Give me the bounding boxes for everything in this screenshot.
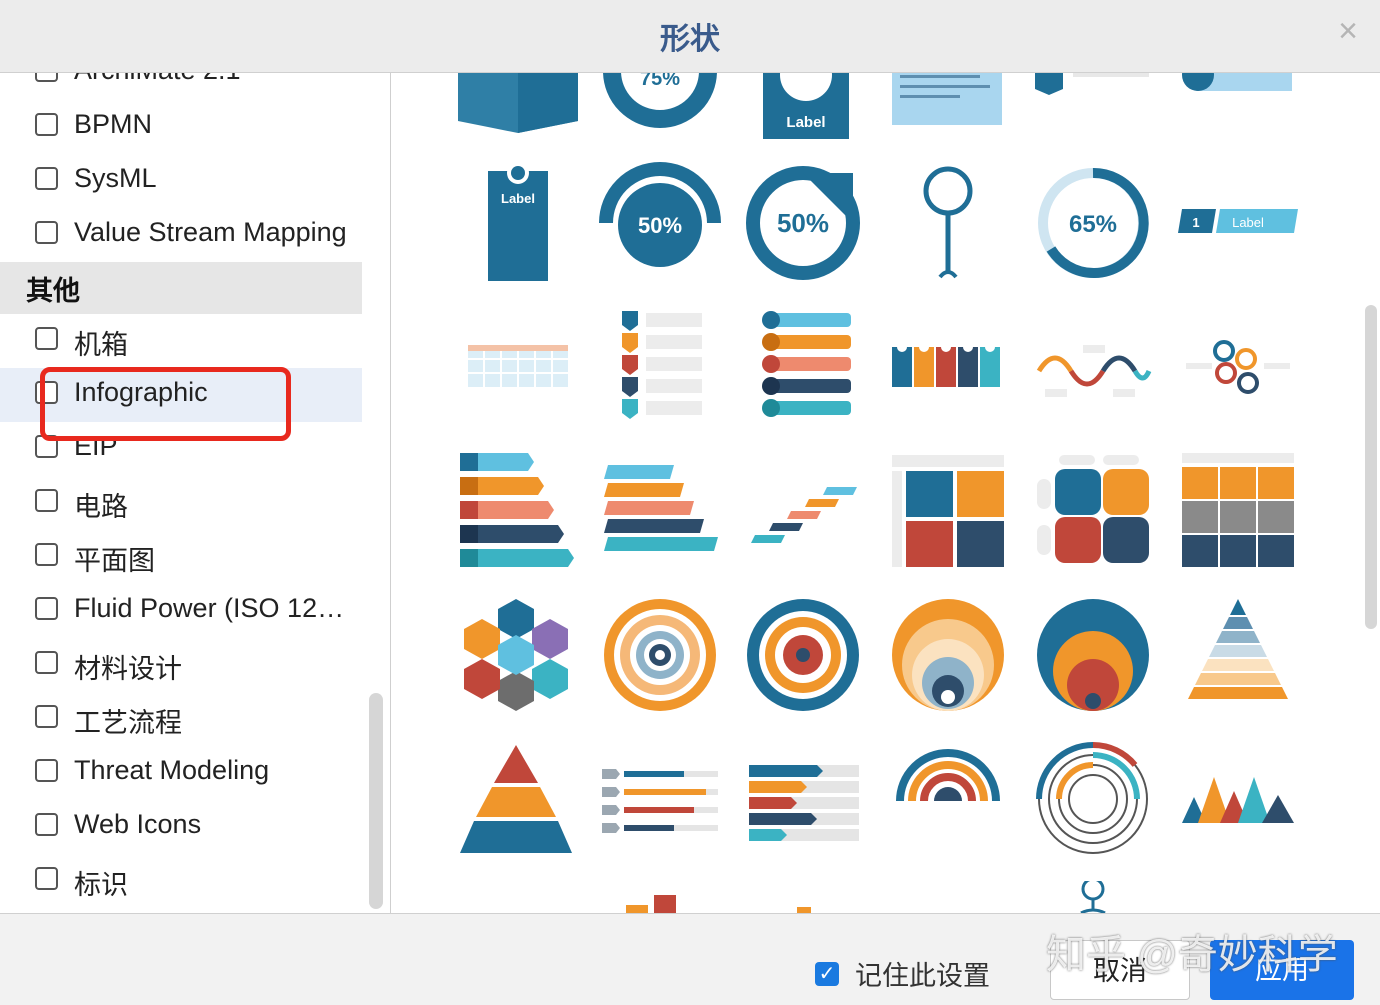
library-item-process[interactable]: 工艺流程	[0, 692, 362, 746]
chevron-list-shape-icon[interactable]	[598, 305, 722, 429]
library-checkbox[interactable]	[35, 705, 58, 728]
step-bars-shape-icon[interactable]	[454, 449, 578, 573]
slanted-steps-shape-icon[interactable]	[598, 449, 722, 573]
pyramid-layers-shape-icon[interactable]	[1176, 593, 1300, 717]
library-item-floorplan[interactable]: 平面图	[0, 530, 362, 584]
arc-gauge-shape-icon[interactable]	[886, 737, 1010, 861]
mountain-peaks-shape-icon[interactable]	[1176, 737, 1300, 861]
library-checkbox[interactable]	[35, 597, 58, 620]
progress-bars-shape-icon[interactable]	[598, 737, 722, 861]
library-item-signs[interactable]: 标识	[0, 854, 362, 908]
library-label: 平面图	[74, 546, 155, 576]
clock-pin-shape-icon[interactable]	[1031, 881, 1155, 913]
library-checkbox[interactable]	[35, 651, 58, 674]
close-icon[interactable]: ×	[1338, 12, 1358, 51]
numbered-banner-shape-icon[interactable]: 1 Label	[1176, 161, 1300, 285]
percent-text: 50%	[777, 208, 829, 238]
arc-50-shape-icon[interactable]: 50%	[598, 161, 722, 285]
percent-text: 75%	[640, 73, 680, 90]
pin-shape-icon[interactable]	[886, 161, 1010, 285]
target-shape-icon[interactable]	[741, 593, 865, 717]
quad-matrix-shape-icon[interactable]	[886, 449, 1010, 573]
label-text: Label	[786, 114, 825, 131]
nested-arches-shape-icon[interactable]	[886, 593, 1010, 717]
library-label: Value Stream Mapping	[74, 217, 347, 247]
shape-library-list[interactable]: ArchiMate 2.1 BPMN SysML Value Stream Ma…	[0, 73, 391, 913]
section-header-other: 其他	[0, 262, 362, 314]
library-item-circuit[interactable]: 电路	[0, 476, 362, 530]
labeled-bars-shape-icon[interactable]	[741, 737, 865, 861]
ring-50-shape-icon[interactable]: 50%	[741, 161, 865, 285]
hanging-tag-shape-icon[interactable]: Label	[454, 161, 578, 285]
partial-shape-icon[interactable]	[741, 881, 865, 913]
library-checkbox[interactable]	[35, 813, 58, 836]
library-item-material-design[interactable]: 材料设计	[0, 638, 362, 692]
remember-settings-option[interactable]: ✓ 记住此设置	[815, 954, 990, 993]
wave-timeline-shape-icon[interactable]	[1031, 305, 1155, 429]
nested-circles-shape-icon[interactable]	[1031, 593, 1155, 717]
rounded-matrix-shape-icon[interactable]	[1031, 449, 1155, 573]
library-checkbox[interactable]	[35, 73, 58, 82]
percent-text: 50%	[638, 213, 682, 238]
label-text: Label	[501, 191, 535, 206]
library-label: SysML	[74, 163, 157, 193]
label-text: Label	[1232, 215, 1264, 230]
pyramid-three-tier-shape-icon[interactable]	[454, 737, 578, 861]
sidebar-scrollbar[interactable]	[369, 693, 383, 909]
shape-preview-gallery[interactable]: 75% Label Label 50% 50% 65% 1 Label	[391, 73, 1380, 913]
stacked-labels-shape-icon[interactable]	[598, 881, 722, 913]
library-checkbox[interactable]	[35, 759, 58, 782]
library-checkbox[interactable]	[35, 489, 58, 512]
library-label: Fluid Power (ISO 12…	[74, 593, 345, 623]
library-label: 电路	[74, 492, 128, 522]
highlight-box	[40, 367, 291, 441]
hexagon-cluster-shape-icon[interactable]	[454, 593, 578, 717]
remember-label: 记住此设置	[855, 961, 990, 991]
library-label: Web Icons	[74, 809, 202, 839]
apply-button[interactable]: 应用	[1210, 940, 1354, 1000]
spiral-cluster-shape-icon[interactable]	[1176, 305, 1300, 429]
staircase-shape-icon[interactable]	[741, 449, 865, 573]
columns-shape-icon[interactable]	[886, 305, 1010, 429]
dialog-titlebar: 形状 ×	[0, 0, 1380, 73]
library-item-threat-modeling[interactable]: Threat Modeling	[0, 746, 362, 800]
library-checkbox[interactable]	[35, 221, 58, 244]
concentric-orange-shape-icon[interactable]	[598, 593, 722, 717]
library-label: 工艺流程	[74, 708, 182, 738]
remember-checkbox[interactable]: ✓	[815, 961, 839, 986]
library-label: BPMN	[74, 109, 153, 139]
library-checkbox[interactable]	[35, 867, 58, 890]
nine-grid-shape-icon[interactable]	[1176, 449, 1300, 573]
dialog-footer: ✓ 记住此设置 取消 应用	[0, 913, 1380, 1005]
library-label: Threat Modeling	[74, 755, 270, 785]
library-item-web-icons[interactable]: Web Icons	[0, 800, 362, 854]
number-text: 1	[1192, 215, 1199, 230]
gallery-scrollbar[interactable]	[1365, 305, 1377, 629]
library-checkbox[interactable]	[35, 543, 58, 566]
cancel-button[interactable]: 取消	[1050, 940, 1190, 1000]
ring-65-shape-icon[interactable]: 65%	[1031, 161, 1155, 285]
dialog-title: 形状	[660, 23, 720, 56]
table-grid-shape-icon[interactable]	[454, 305, 578, 429]
library-checkbox[interactable]	[35, 327, 58, 350]
numbered-list-shape-icon[interactable]	[741, 305, 865, 429]
library-checkbox[interactable]	[35, 167, 58, 190]
library-item-rack[interactable]: 机箱	[0, 314, 362, 368]
library-label: 材料设计	[74, 654, 182, 684]
library-label: 机箱	[74, 330, 128, 360]
library-item-bpmn[interactable]: BPMN	[0, 100, 362, 154]
library-item-sysml[interactable]: SysML	[0, 154, 362, 208]
library-item-fluid-power[interactable]: Fluid Power (ISO 12…	[0, 584, 362, 638]
percent-text: 65%	[1069, 211, 1117, 238]
library-label: 标识	[74, 870, 128, 900]
library-item-archimate[interactable]: ArchiMate 2.1	[0, 73, 362, 100]
radial-rings-shape-icon[interactable]	[1031, 737, 1155, 861]
library-item-value-stream[interactable]: Value Stream Mapping	[0, 208, 362, 262]
library-checkbox[interactable]	[35, 113, 58, 136]
library-label: ArchiMate 2.1	[74, 73, 241, 86]
